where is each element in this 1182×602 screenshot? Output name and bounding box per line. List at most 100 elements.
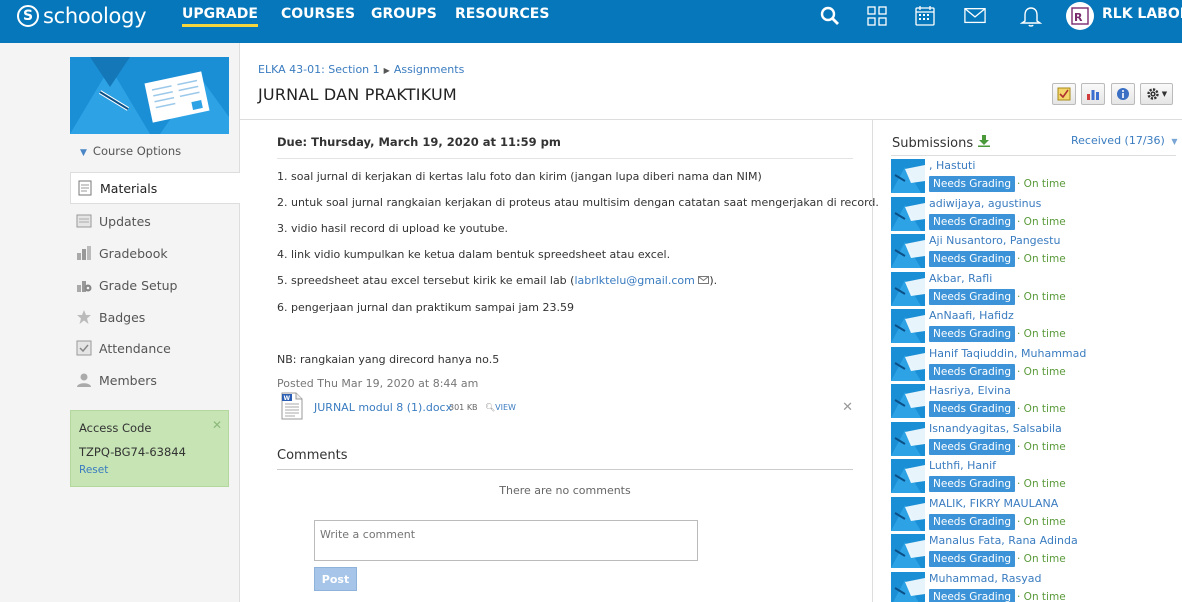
student-name-link[interactable]: MALIK, FIKRY MAULANA [929, 497, 1058, 510]
needs-grading-badge[interactable]: Needs Grading [929, 326, 1016, 342]
course-options-dropdown[interactable]: ▼ Course Options [80, 144, 181, 158]
sidebar-item-members[interactable]: Members [70, 364, 240, 396]
submission-row: MALIK, FIKRY MAULANA Needs Grading · On ti… [891, 496, 1181, 533]
page-title: JURNAL DAN PRAKTIKUM [258, 85, 457, 104]
submission-row: Akbar, Rafli Needs Grading · On time [891, 271, 1181, 308]
student-avatar[interactable] [891, 346, 925, 381]
comments-divider [277, 469, 853, 470]
needs-grading-badge[interactable]: Needs Grading [929, 476, 1016, 492]
sidebar-item-label: Updates [99, 213, 151, 229]
student-name-link[interactable]: Isnandyagitas, Salsabila [929, 422, 1062, 435]
user-avatar[interactable]: R [1066, 2, 1094, 30]
attachment-file-link[interactable]: JURNAL modul 8 (1).docx [314, 401, 452, 414]
comments-heading: Comments [277, 448, 348, 463]
breadcrumb-assignments[interactable]: Assignments [394, 63, 465, 76]
needs-grading-badge[interactable]: Needs Grading [929, 176, 1016, 192]
student-avatar[interactable] [891, 534, 925, 568]
student-name-link[interactable]: AnNaafi, Hafidz [929, 309, 1014, 322]
student-name-link[interactable]: Muhammad, Rasyad [929, 572, 1041, 585]
grade-assignment-button[interactable] [1052, 83, 1076, 105]
nav-groups[interactable]: GROUPS [371, 6, 437, 22]
student-name-link[interactable]: , Hastuti [929, 159, 975, 172]
student-avatar[interactable] [891, 309, 925, 343]
due-divider [277, 158, 853, 159]
badges-icon [75, 308, 93, 326]
student-name-link[interactable]: Hanif Taqiuddin, Muhammad [929, 347, 1086, 360]
sidebar-item-label: Gradebook [99, 245, 168, 261]
note-line: NB: rangkaian yang direcord hanya no.5 [277, 353, 500, 366]
student-name-link[interactable]: Manalus Fata, Rana Adinda [929, 534, 1078, 547]
nav-resources[interactable]: RESOURCES [455, 6, 549, 22]
apps-grid-icon[interactable] [866, 5, 888, 27]
nav-courses[interactable]: COURSES [281, 6, 355, 22]
needs-grading-badge[interactable]: Needs Grading [929, 401, 1016, 417]
sidebar-item-grade-setup[interactable]: Grade Setup [70, 269, 240, 301]
reset-access-code-link[interactable]: Reset [79, 464, 108, 476]
needs-grading-badge[interactable]: Needs Grading [929, 288, 1016, 305]
logo-text: schoology [43, 4, 147, 28]
on-time-status: · On time [1017, 440, 1066, 453]
needs-grading-badge[interactable]: Needs Grading [929, 213, 1016, 230]
view-attachment-link[interactable]: 🔍︎VIEW [485, 403, 516, 412]
student-name-link[interactable]: Hasriya, Elvina [929, 384, 1011, 397]
user-name[interactable]: RLK LABORA [1102, 6, 1182, 22]
student-name-link[interactable]: Akbar, Rafli [929, 272, 992, 285]
close-icon[interactable]: ✕ [212, 418, 222, 432]
submission-row: Hasriya, Elvina Needs Grading · On time [891, 384, 1181, 420]
calendar-icon[interactable] [914, 5, 936, 27]
access-code-value: TZPQ-BG74-63844 [79, 445, 186, 459]
info-button[interactable] [1111, 83, 1135, 105]
submission-row: adiwijaya, agustinus Needs Grading · On ti… [891, 196, 1181, 233]
on-time-status: · On time [1017, 253, 1066, 265]
sidebar-item-materials[interactable]: Materials [70, 172, 240, 204]
breadcrumb: ELKA 43-01: Section 1 ▶ Assignments [258, 63, 464, 76]
student-name-link[interactable]: Luthfi, Hanif [929, 459, 996, 472]
submissions-heading: Submissions [892, 135, 991, 151]
submissions-title: Submissions [892, 135, 974, 151]
sidebar-item-badges[interactable]: Badges [70, 301, 240, 333]
notifications-icon[interactable] [1020, 5, 1042, 27]
student-avatar[interactable] [891, 421, 925, 456]
sidebar-item-attendance[interactable]: Attendance [70, 332, 240, 364]
submission-row: AnNaafi, Hafidz Needs Grading · On time [891, 309, 1181, 345]
student-avatar[interactable] [891, 459, 925, 493]
close-icon[interactable]: ✕ [842, 400, 853, 415]
student-avatar[interactable] [891, 159, 925, 193]
on-time-status: · On time [1017, 365, 1066, 378]
student-avatar[interactable] [891, 234, 925, 268]
student-name-link[interactable]: adiwijaya, agustinus [929, 197, 1041, 210]
student-avatar[interactable] [891, 196, 925, 231]
needs-grading-badge[interactable]: Needs Grading [929, 551, 1016, 567]
email-link[interactable]: labrlktelu@gmail.com [574, 274, 694, 287]
needs-grading-badge[interactable]: Needs Grading [929, 513, 1016, 530]
comment-input[interactable] [314, 520, 698, 561]
student-avatar[interactable] [891, 384, 925, 418]
settings-dropdown-button[interactable]: ▼ [1140, 83, 1173, 105]
breadcrumb-course[interactable]: ELKA 43-01: Section 1 [258, 63, 380, 76]
needs-grading-badge[interactable]: Needs Grading [929, 251, 1016, 267]
received-filter-dropdown[interactable]: Received (17/36) ▼ [1071, 134, 1177, 147]
sidebar-item-gradebook[interactable]: Gradebook [70, 237, 240, 269]
student-avatar[interactable] [891, 571, 925, 602]
sidebar-item-label: Members [99, 372, 157, 388]
post-comment-button[interactable]: Post [314, 567, 357, 591]
search-icon[interactable] [819, 5, 841, 27]
mail-icon[interactable] [964, 5, 986, 27]
instruction-line: 6. pengerjaan jurnal dan praktikum sampa… [277, 301, 574, 314]
needs-grading-badge[interactable]: Needs Grading [929, 588, 1016, 602]
needs-grading-badge[interactable]: Needs Grading [929, 363, 1016, 380]
student-avatar[interactable] [891, 271, 925, 306]
student-name-link[interactable]: Aji Nusantoro, Pangestu [929, 234, 1060, 247]
gradebook-icon [75, 244, 93, 262]
submission-row: Aji Nusantoro, Pangestu Needs Grading · On… [891, 234, 1181, 270]
sidebar-item-updates[interactable]: Updates [70, 205, 240, 237]
needs-grading-badge[interactable]: Needs Grading [929, 438, 1016, 455]
nav-upgrade[interactable]: UPGRADE [182, 6, 258, 27]
student-avatar[interactable] [891, 496, 925, 531]
updates-icon [75, 212, 93, 230]
schoology-logo[interactable]: S schoology [17, 3, 147, 29]
download-icon[interactable] [978, 135, 991, 151]
on-time-status: · On time [1017, 290, 1066, 303]
statistics-button[interactable] [1081, 83, 1105, 105]
mail-icon [698, 274, 710, 287]
